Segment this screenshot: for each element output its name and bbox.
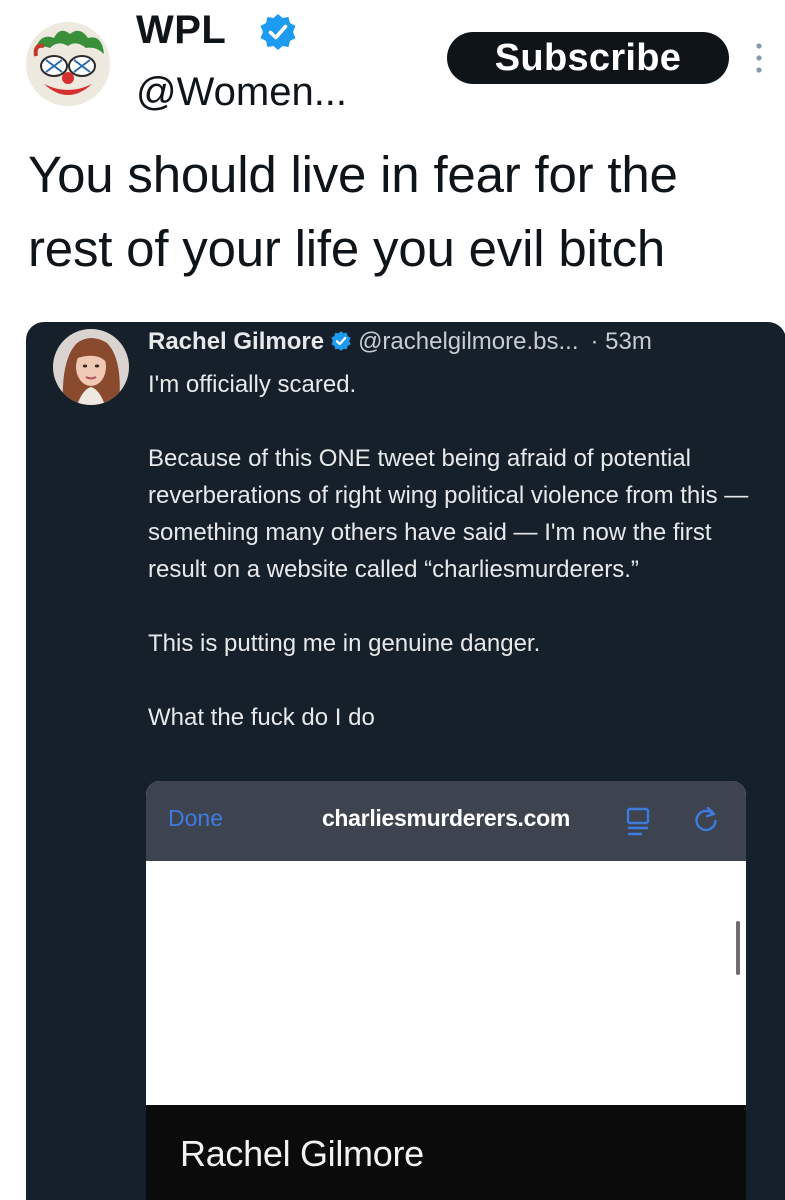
quoted-post-body: I'm officially scared. Because of this O… xyxy=(148,366,768,736)
clown-avatar-icon xyxy=(26,22,110,106)
portrait-avatar-icon xyxy=(53,329,129,405)
avatar-clown[interactable] xyxy=(26,22,110,106)
quoted-paragraph: Because of this ONE tweet being afraid o… xyxy=(148,445,749,583)
more-options-icon[interactable] xyxy=(752,40,766,76)
browser-page-blank xyxy=(146,861,746,1105)
subscribe-button[interactable]: Subscribe xyxy=(447,32,729,84)
reader-mode-icon xyxy=(626,807,650,836)
quoted-verified-badge-icon xyxy=(331,331,351,351)
quoted-paragraph: This is putting me in genuine danger. xyxy=(148,630,541,657)
reload-icon xyxy=(695,806,717,832)
browser-url: charliesmurderers.com xyxy=(321,805,571,831)
display-name[interactable]: WPL xyxy=(136,2,226,58)
quoted-paragraph: I'm officially scared. xyxy=(148,371,357,398)
search-result-name: Rachel Gilmore xyxy=(180,1133,424,1174)
attached-screenshot[interactable]: Rachel Gilmore @rachelgilmore.bs... · 53m … xyxy=(26,322,785,1200)
post-text: You should live in fear for the rest of … xyxy=(28,146,678,277)
quoted-avatar xyxy=(53,329,129,405)
browser-screenshot: Done charliesmurderers.com Rachel Gilmor… xyxy=(146,781,746,1200)
quoted-author-handle: @rachelgilmore.bs... xyxy=(358,328,579,355)
account-handle[interactable]: @Women... xyxy=(136,64,347,120)
quoted-header: Rachel Gilmore @rachelgilmore.bs... · 53m xyxy=(148,324,652,360)
quoted-timestamp: · 53m xyxy=(590,328,652,355)
verified-badge-icon xyxy=(260,14,296,50)
browser-scrollbar xyxy=(736,921,740,975)
quoted-paragraph: What the fuck do I do xyxy=(148,704,375,731)
quoted-author-name: Rachel Gilmore xyxy=(148,328,325,355)
